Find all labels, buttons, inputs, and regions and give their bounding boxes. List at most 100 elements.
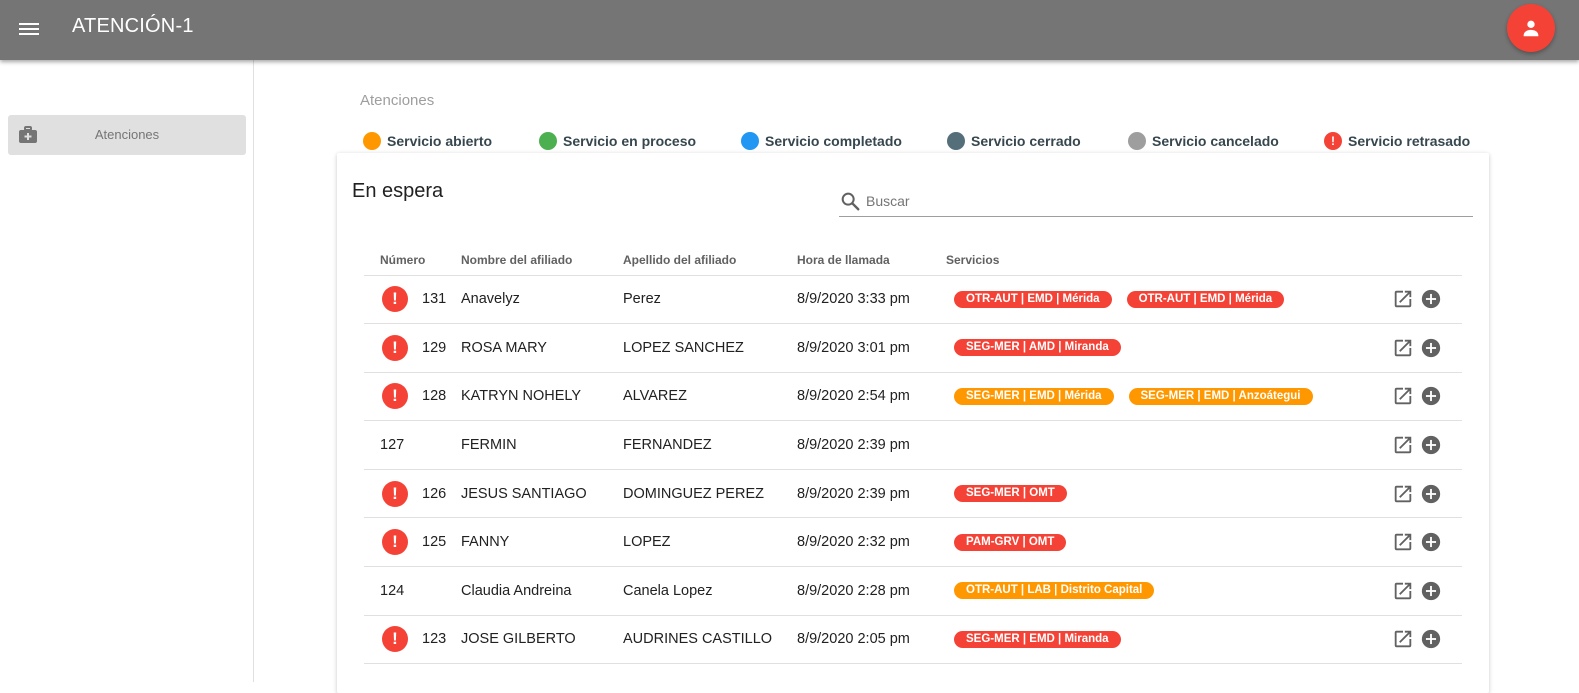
cell-nombre: Claudia Andreina: [461, 566, 623, 616]
cell-hora: 8/9/2020 2:54 pm: [797, 372, 946, 422]
table-row[interactable]: 127 FERMIN FERNANDEZ 8/9/2020 2:39 pm: [364, 420, 1462, 470]
service-chip[interactable]: OTR-AUT | EMD | Mérida: [954, 290, 1112, 308]
cell-actions: [1346, 275, 1462, 325]
cell-servicios: SEG-MER | EMD | Mérida SEG-MER | EMD | An…: [946, 372, 1346, 422]
add-circle-icon[interactable]: [1420, 628, 1442, 650]
column-header-apellido[interactable]: Apellido del afiliado: [623, 245, 797, 276]
column-header-nombre[interactable]: Nombre del afiliado: [461, 245, 623, 276]
status-dot-icon: [1128, 132, 1146, 150]
row-number: 124: [380, 582, 405, 599]
row-number: 125: [422, 534, 447, 551]
service-chip[interactable]: SEG-MER | EMD | Anzoátegui: [1128, 387, 1313, 405]
column-header-numero[interactable]: Número: [364, 245, 461, 276]
cell-nombre: ROSA MARY: [461, 323, 623, 373]
cell-numero: ! 125: [364, 517, 461, 568]
legend-item-abierto: Servicio abierto: [363, 132, 492, 150]
status-dot-icon: [363, 132, 381, 150]
cell-servicios: SEG-MER | EMD | Miranda: [946, 615, 1346, 665]
row-number: 131: [422, 291, 447, 308]
cell-numero: ! 123: [364, 615, 461, 665]
delayed-alert-icon: !: [382, 529, 408, 556]
cell-actions: [1346, 615, 1462, 665]
service-chip[interactable]: OTR-AUT | EMD | Mérida: [1126, 290, 1285, 308]
cell-actions: [1346, 323, 1462, 373]
sidebar: Atenciones: [0, 60, 254, 682]
app-title: ATENCIÓN-1: [72, 15, 194, 37]
cell-apellido: LOPEZ SANCHEZ: [623, 323, 797, 373]
legend-label: Servicio retrasado: [1348, 133, 1471, 149]
alert-icon: !: [1324, 132, 1342, 150]
open-in-new-icon[interactable]: [1392, 434, 1414, 456]
hamburger-menu-button[interactable]: [14, 14, 44, 44]
cell-hora: 8/9/2020 3:33 pm: [797, 275, 946, 325]
table-header-row: Número Nombre del afiliado Apellido del …: [364, 245, 1462, 276]
service-chip[interactable]: SEG-MER | EMD | Miranda: [954, 630, 1121, 648]
open-in-new-icon[interactable]: [1392, 531, 1414, 553]
cell-hora: 8/9/2020 2:32 pm: [797, 517, 946, 568]
service-chip[interactable]: SEG-MER | OMT: [954, 485, 1067, 503]
person-icon: [1523, 20, 1539, 37]
add-circle-icon[interactable]: [1420, 288, 1442, 310]
column-header-hora[interactable]: Hora de llamada: [797, 245, 946, 276]
cell-actions: [1346, 566, 1462, 616]
row-number: 129: [422, 339, 447, 356]
open-in-new-icon[interactable]: [1392, 483, 1414, 505]
add-circle-icon[interactable]: [1420, 483, 1442, 505]
open-in-new-icon[interactable]: [1392, 337, 1414, 359]
user-account-button[interactable]: [1507, 4, 1555, 52]
open-in-new-icon[interactable]: [1392, 288, 1414, 310]
cell-numero: ! 128: [364, 372, 461, 422]
row-number: 123: [422, 631, 447, 648]
cell-apellido: Canela Lopez: [623, 566, 797, 616]
status-dot-icon: [539, 132, 557, 150]
sidebar-item-atenciones[interactable]: Atenciones: [8, 115, 246, 155]
delayed-alert-icon: !: [382, 383, 408, 410]
service-chip[interactable]: PAM-GRV | OMT: [954, 533, 1067, 551]
add-circle-icon[interactable]: [1420, 337, 1442, 359]
row-number: 128: [422, 388, 447, 405]
service-chip[interactable]: OTR-AUT | LAB | Distrito Capital: [954, 582, 1155, 600]
table-row[interactable]: ! 125 FANNY LOPEZ 8/9/2020 2:32 pm PAM-GRV | …: [364, 517, 1462, 568]
add-circle-icon[interactable]: [1420, 580, 1442, 602]
cell-actions: [1346, 469, 1462, 519]
table-row[interactable]: 124 Claudia Andreina Canela Lopez 8/9/2020 …: [364, 566, 1462, 616]
legend-label: Servicio en proceso: [563, 133, 697, 149]
open-in-new-icon[interactable]: [1392, 628, 1414, 650]
open-in-new-icon[interactable]: [1392, 385, 1414, 407]
cell-hora: 8/9/2020 2:28 pm: [797, 566, 946, 616]
row-number: 126: [422, 485, 447, 502]
waiting-list-card: En espera Número Nombre del afiliado Ape…: [337, 153, 1489, 693]
cell-hora: 8/9/2020 2:39 pm: [797, 420, 946, 470]
table-row[interactable]: ! 131 Anavelyz Perez 8/9/2020 3:33 pm OTR-AUT…: [364, 275, 1462, 325]
legend-item-cerrado: Servicio cerrado: [947, 132, 1081, 150]
add-circle-icon[interactable]: [1420, 385, 1442, 407]
column-header-servicios[interactable]: Servicios: [946, 245, 1346, 276]
add-circle-icon[interactable]: [1420, 531, 1442, 553]
legend-item-en-proceso: Servicio en proceso: [539, 132, 696, 150]
cell-nombre: JOSE GILBERTO: [461, 615, 623, 665]
cell-servicios: PAM-GRV | OMT: [946, 517, 1346, 568]
add-circle-icon[interactable]: [1420, 434, 1442, 456]
cell-numero: 124: [364, 566, 461, 616]
row-number: 127: [380, 437, 405, 454]
column-header-actions: [1346, 245, 1462, 276]
cell-numero: ! 131: [364, 275, 461, 325]
cell-hora: 8/9/2020 3:01 pm: [797, 323, 946, 373]
cell-nombre: FANNY: [461, 517, 623, 568]
table-row[interactable]: ! 123 JOSE GILBERTO AUDRINES CASTILLO 8/9/20…: [364, 615, 1462, 665]
table-row[interactable]: ! 128 KATRYN NOHELY ALVAREZ 8/9/2020 2:54 pm…: [364, 372, 1462, 422]
legend-item-retrasado: ! Servicio retrasado: [1324, 132, 1470, 150]
cell-actions: [1346, 372, 1462, 422]
service-chip[interactable]: SEG-MER | EMD | Mérida: [954, 387, 1114, 405]
cell-numero: 127: [364, 420, 461, 470]
delayed-alert-icon: !: [382, 334, 408, 361]
table-body: ! 131 Anavelyz Perez 8/9/2020 3:33 pm OTR-AUT…: [364, 275, 1462, 665]
table-row[interactable]: ! 126 JESUS SANTIAGO DOMINGUEZ PEREZ 8/9/202…: [364, 469, 1462, 519]
open-in-new-icon[interactable]: [1392, 580, 1414, 602]
cell-servicios: OTR-AUT | EMD | Mérida OTR-AUT | EMD | Mé…: [946, 275, 1346, 325]
service-chip[interactable]: SEG-MER | AMD | Miranda: [954, 339, 1121, 357]
waiting-table: Número Nombre del afiliado Apellido del …: [364, 245, 1462, 665]
table-row[interactable]: ! 129 ROSA MARY LOPEZ SANCHEZ 8/9/2020 3:01 …: [364, 323, 1462, 373]
search-input[interactable]: [866, 190, 1466, 212]
cell-actions: [1346, 420, 1462, 470]
